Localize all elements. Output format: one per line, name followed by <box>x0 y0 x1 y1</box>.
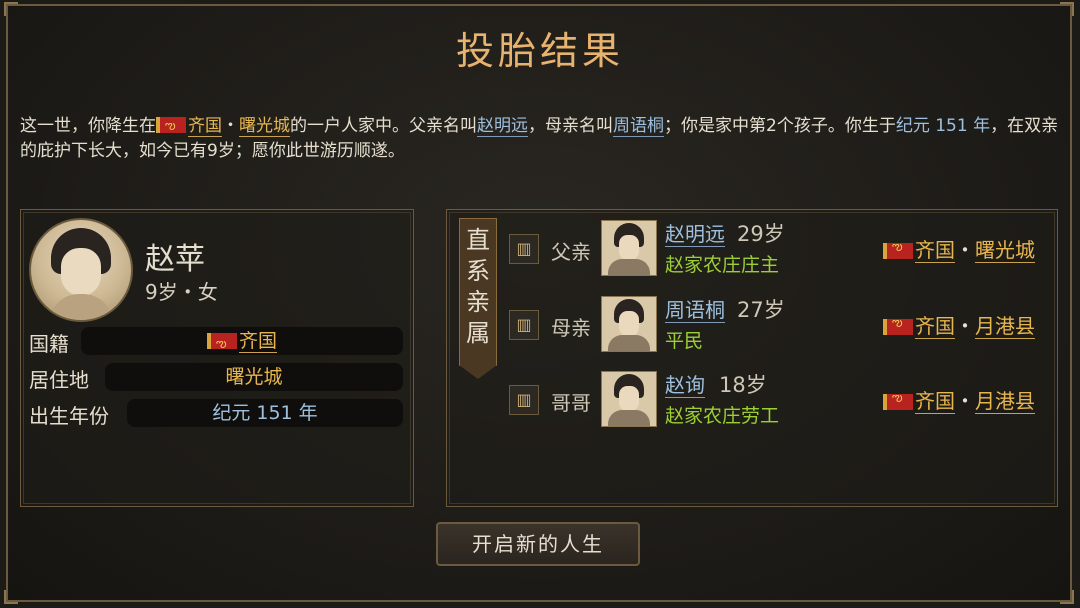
start-new-life-button[interactable]: 开启新的人生 <box>436 522 640 566</box>
relative-occupation: 赵家农庄劳工 <box>665 405 780 427</box>
intro-dot: ・ <box>222 116 239 136</box>
relative-name-link[interactable]: 周语桐 <box>665 298 725 323</box>
page-title: 投胎结果 <box>455 29 624 73</box>
relative-age: 27岁 <box>737 298 785 322</box>
relative-occupation: 赵家农庄庄主 <box>665 254 780 276</box>
relative-name-link[interactable]: 赵明远 <box>665 222 725 247</box>
flag-icon <box>206 329 237 357</box>
flag-icon <box>156 113 186 138</box>
relative-row-mother: ▥ 母亲 周语桐 27岁 平民 齐国・月港县 <box>507 296 1047 360</box>
birth-year-label: 出生年份 <box>29 404 109 428</box>
relative-place-link[interactable]: 月港县 <box>975 389 1035 414</box>
scroll-icon: ▥ <box>509 234 539 264</box>
frame-corner <box>1060 2 1074 16</box>
relative-portrait[interactable] <box>601 371 657 427</box>
residence-label: 居住地 <box>29 368 89 392</box>
profile-panel: 赵苹 9岁・女 国籍 齐国 居住地 曙光城 出生年份 纪元 151 年 <box>20 209 414 507</box>
flag-icon <box>883 390 913 410</box>
relatives-banner: 直系亲属 <box>459 218 497 379</box>
relative-row-brother: ▥ 哥哥 赵询 18岁 赵家农庄劳工 齐国・月港县 <box>507 371 1047 435</box>
intro-country-link[interactable]: 齐国 <box>188 116 222 137</box>
intro-mother-link[interactable]: 周语桐 <box>613 116 664 137</box>
relative-portrait[interactable] <box>601 296 657 352</box>
intro-father-link[interactable]: 赵明远 <box>477 116 528 137</box>
residence-field: 曙光城 <box>105 363 403 391</box>
nationality-field: 齐国 <box>81 327 403 357</box>
intro-part: ，母亲名叫 <box>528 116 613 136</box>
relative-place-link[interactable]: 月港县 <box>975 314 1035 339</box>
relatives-panel: 直系亲属 ▥ 父亲 赵明远 29岁 赵家农庄庄主 齐国・曙光城 ▥ 母亲 周语桐… <box>446 209 1058 507</box>
character-name: 赵苹 <box>145 242 205 277</box>
intro-city-link[interactable]: 曙光城 <box>239 116 290 137</box>
relative-portrait[interactable] <box>601 220 657 276</box>
relative-role: 父亲 <box>551 240 591 264</box>
relative-location: 齐国・曙光城 <box>883 234 1035 263</box>
relative-country-link[interactable]: 齐国 <box>915 238 955 263</box>
relative-location: 齐国・月港县 <box>883 385 1035 414</box>
frame-corner <box>4 2 18 16</box>
nationality-value[interactable]: 齐国 <box>238 330 277 353</box>
birth-year-field: 纪元 151 年 <box>127 399 403 427</box>
nationality-label: 国籍 <box>29 332 69 356</box>
intro-era: 纪元 151 年 <box>895 116 991 136</box>
relative-age: 18岁 <box>719 373 767 397</box>
relative-occupation: 平民 <box>665 330 704 352</box>
intro-part: ；你是家中第2个孩子。你生于 <box>664 116 896 136</box>
relative-name-link[interactable]: 赵询 <box>665 373 705 398</box>
frame-corner <box>4 590 18 604</box>
relatives-banner-text: 直系亲属 <box>466 226 490 347</box>
frame-corner <box>1060 590 1074 604</box>
relative-row-father: ▥ 父亲 赵明远 29岁 赵家农庄庄主 齐国・曙光城 <box>507 220 1047 284</box>
relative-country-link[interactable]: 齐国 <box>915 389 955 414</box>
flag-icon <box>883 239 913 259</box>
scroll-icon: ▥ <box>509 385 539 415</box>
avatar <box>29 218 133 322</box>
intro-part: 这一世，你降生在 <box>20 116 156 136</box>
relative-country-link[interactable]: 齐国 <box>915 314 955 339</box>
residence-value: 曙光城 <box>225 366 283 388</box>
intro-text: 这一世，你降生在 齐国・曙光城的一户人家中。父亲名叫赵明远，母亲名叫周语桐；你是家… <box>20 113 1065 164</box>
intro-part: 的一户人家中。父亲名叫 <box>290 116 477 136</box>
scroll-icon: ▥ <box>509 310 539 340</box>
relative-location: 齐国・月港县 <box>883 310 1035 339</box>
birth-year-value: 纪元 151 年 <box>212 402 318 424</box>
relative-place-link[interactable]: 曙光城 <box>975 238 1035 263</box>
relative-role: 母亲 <box>551 316 591 340</box>
character-age-gender: 9岁・女 <box>145 280 218 304</box>
relative-age: 29岁 <box>737 222 785 246</box>
flag-icon <box>883 315 913 335</box>
relative-role: 哥哥 <box>551 391 591 415</box>
